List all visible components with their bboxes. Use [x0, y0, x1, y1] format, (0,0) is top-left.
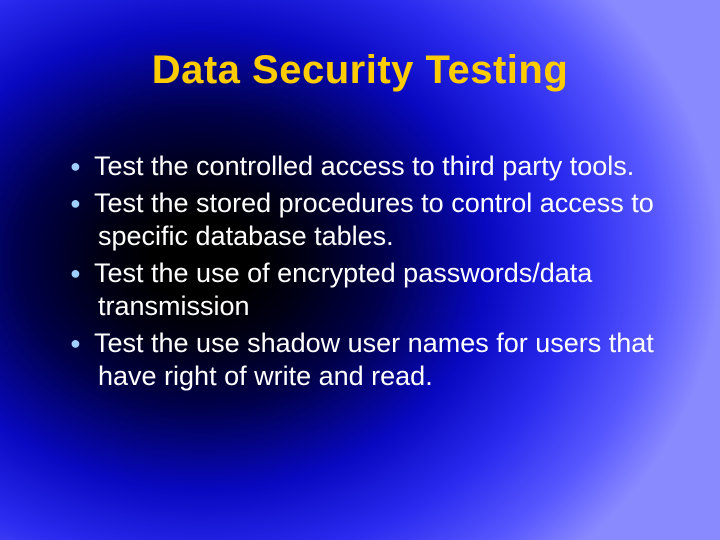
list-item: ● Test the stored procedures to control a…: [70, 187, 660, 253]
bullet-icon: ●: [70, 193, 84, 215]
bullet-icon: ●: [70, 333, 84, 355]
bullet-icon: ●: [70, 156, 84, 178]
slide: Data Security Testing ● Test the controll…: [0, 0, 720, 540]
list-item-text: Test the use of encrypted passwords/data…: [94, 258, 592, 321]
bullet-icon: ●: [70, 263, 84, 285]
list-item: ● Test the use shadow user names for user…: [70, 327, 660, 393]
list-item: ● Test the controlled access to third par…: [70, 150, 660, 183]
list-item-text: Test the stored procedures to control ac…: [94, 188, 654, 251]
list-item-text: Test the controlled access to third part…: [94, 151, 634, 181]
list-item: ● Test the use of encrypted passwords/dat…: [70, 257, 660, 323]
list-item-text: Test the use shadow user names for users…: [94, 328, 654, 391]
slide-body: ● Test the controlled access to third par…: [70, 150, 660, 397]
slide-title: Data Security Testing: [0, 48, 720, 93]
